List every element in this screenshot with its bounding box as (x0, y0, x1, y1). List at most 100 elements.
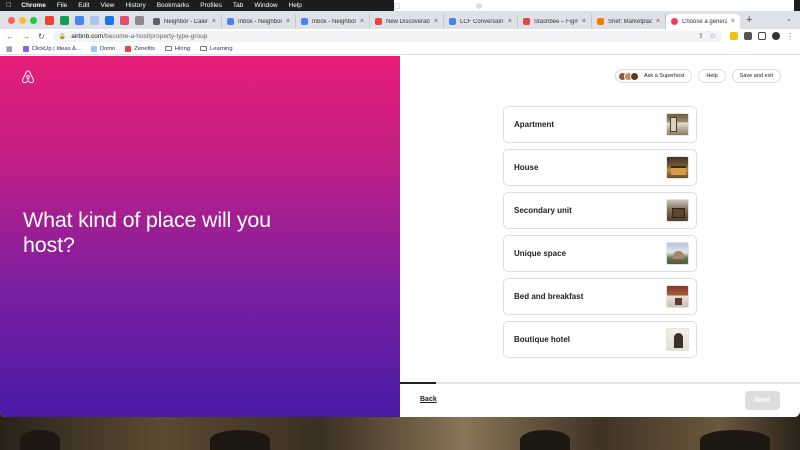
avatar (630, 71, 639, 81)
wallpaper-tree (20, 430, 60, 450)
menu-view[interactable]: View (101, 2, 115, 9)
menu-file[interactable]: File (57, 2, 67, 9)
boutique-hotel-thumbnail (666, 328, 689, 351)
dropbox-icon[interactable]: ◆ (421, 2, 426, 10)
menu-kebab-icon[interactable]: ⋮ (786, 32, 794, 41)
clock[interactable]: Fri Apr 8 3:25 PM (490, 2, 541, 9)
menu-history[interactable]: History (125, 2, 145, 9)
puzzle-icon[interactable] (744, 32, 752, 40)
close-tab-icon[interactable]: × (508, 18, 512, 25)
share-icon[interactable]: ⇧ (698, 32, 704, 40)
menu-profiles[interactable]: Profiles (200, 2, 222, 9)
lock-icon[interactable]: 🔒 (59, 33, 66, 40)
apple-icon[interactable]:  (6, 2, 11, 9)
close-tab-icon[interactable]: × (286, 18, 290, 25)
control-center-icon[interactable] (476, 2, 483, 9)
close-tab-icon[interactable]: × (731, 18, 735, 25)
superhost-avatars (618, 71, 639, 81)
tab[interactable]: Inbox - Neighbor × (296, 14, 370, 29)
menu-bookmarks[interactable]: Bookmarks (157, 2, 190, 9)
pinned-tab-calendar-icon[interactable] (90, 15, 99, 25)
option-label: Boutique hotel (514, 335, 570, 344)
option-house[interactable]: House (503, 149, 697, 186)
close-window-icon[interactable] (8, 16, 15, 24)
bluetooth-icon[interactable]: ⊛ (408, 2, 413, 10)
help-label: Help (706, 73, 718, 79)
menu-help[interactable]: Help (289, 2, 302, 9)
tab[interactable]: Neighbor - Calendar × (148, 14, 222, 29)
pinned-tab-sheets-icon[interactable] (60, 15, 69, 25)
tab-search-icon[interactable]: ⌄ (786, 15, 792, 23)
bookmark-star-icon[interactable]: ☆ (710, 32, 716, 40)
tab[interactable]: New Discoverability × (370, 14, 444, 29)
tab[interactable]: Shef: Marketplace fo × (592, 14, 666, 29)
bookmark-label: Hiring (174, 45, 191, 52)
option-boutique-hotel[interactable]: Boutique hotel (503, 321, 697, 358)
tab-favicon-icon (523, 18, 530, 25)
folder-icon (200, 46, 208, 51)
fullscreen-window-icon[interactable] (30, 16, 37, 24)
minimize-window-icon[interactable] (19, 16, 26, 24)
pinned-tab-drive-icon[interactable] (75, 15, 84, 25)
menu-edit[interactable]: Edit (78, 2, 89, 9)
search-icon[interactable]: ⚲ (463, 2, 468, 10)
menu-app-name[interactable]: Chrome (21, 2, 46, 9)
option-bed-and-breakfast[interactable]: Bed and breakfast (503, 278, 697, 315)
back-link[interactable]: Back (420, 396, 437, 403)
tab-favicon-icon (375, 18, 382, 25)
bookmark-clickup[interactable]: ClickUp | Ideas &... (22, 45, 81, 52)
close-tab-icon[interactable]: × (656, 18, 660, 25)
next-button[interactable]: Next (745, 391, 780, 410)
sidepanel-icon[interactable] (758, 32, 766, 40)
bookmark-folder-learning[interactable]: Learning (200, 46, 233, 52)
new-tab-button[interactable]: + (740, 14, 758, 26)
desktop-wallpaper (0, 417, 800, 450)
menu-tab[interactable]: Tab (233, 2, 243, 9)
extension-icon[interactable] (730, 32, 738, 40)
tab-active[interactable]: Choose a general p × (666, 14, 740, 29)
url-path: /become-a-host/property-type-group (103, 32, 208, 40)
bookmark-zenefits[interactable]: Zenefits (125, 45, 155, 52)
screen-icon[interactable] (394, 2, 400, 9)
menu-window[interactable]: Window (254, 2, 277, 9)
page-content: What kind of place will you host? Ask a … (0, 56, 800, 417)
option-apartment[interactable]: Apartment (503, 106, 697, 143)
battery-icon[interactable]: ▮▮ (434, 2, 441, 10)
wifi-icon[interactable]: ◉ (450, 2, 456, 10)
address-bar[interactable]: 🔒 airbnb.com/become-a-host/property-type… (52, 30, 722, 42)
ask-superhost-button[interactable]: Ask a Superhost (615, 69, 693, 83)
airbnb-logo-icon[interactable] (21, 70, 35, 84)
close-tab-icon[interactable]: × (360, 18, 364, 25)
clickup-icon (22, 45, 29, 52)
back-arrow-icon[interactable]: ← (6, 32, 14, 41)
progress-bar (400, 382, 436, 384)
option-secondary-unit[interactable]: Secondary unit (503, 192, 697, 229)
domo-icon (90, 45, 97, 52)
bookmark-domo[interactable]: Domo (90, 45, 115, 52)
apps-grid-icon[interactable]: ▦ (6, 45, 13, 53)
pinned-tab-app3-icon[interactable] (135, 15, 144, 25)
profile-avatar[interactable] (772, 32, 780, 40)
save-and-exit-label: Save and exit (739, 73, 773, 79)
tab-label: Inbox - Neighbor (238, 18, 282, 25)
pinned-tab-gmail-icon[interactable] (45, 15, 54, 25)
close-tab-icon[interactable]: × (582, 18, 586, 25)
reload-icon[interactable]: ↻ (38, 32, 45, 41)
save-and-exit-button[interactable]: Save and exit (731, 69, 781, 83)
tab[interactable]: Stashbee – Figma × (518, 14, 592, 29)
option-unique-space[interactable]: Unique space (503, 235, 697, 272)
close-tab-icon[interactable]: × (434, 18, 438, 25)
pinned-tab-app2-icon[interactable] (120, 15, 129, 25)
tab-label: New Discoverability (386, 18, 430, 25)
help-button[interactable]: Help (698, 69, 726, 83)
forward-arrow-icon[interactable]: → (22, 32, 30, 41)
tab-favicon-icon (153, 18, 160, 25)
macos-menu-bar:  Chrome File Edit View History Bookmark… (0, 0, 800, 186)
tab[interactable]: LCF Conversion Rate × (444, 14, 518, 29)
tab[interactable]: Inbox - Neighbor × (222, 14, 296, 29)
window-controls (0, 16, 45, 24)
close-tab-icon[interactable]: × (212, 18, 216, 25)
bookmark-folder-hiring[interactable]: Hiring (164, 45, 191, 52)
pinned-tab-app-icon[interactable] (105, 15, 114, 25)
tab-label: Stashbee – Figma (534, 18, 578, 25)
